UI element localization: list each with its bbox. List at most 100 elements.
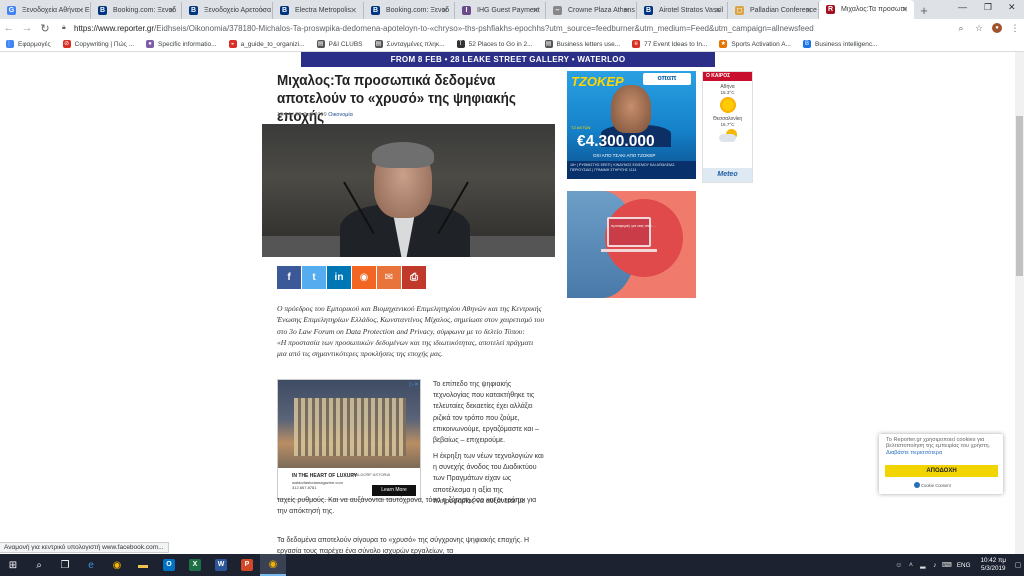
bookmark-item[interactable]: ▤ Συνταγμένες πληκ... <box>374 40 445 48</box>
share-twitter-button[interactable]: t <box>302 266 326 289</box>
article-category[interactable]: Οικονομία <box>328 112 353 118</box>
share-facebook-button[interactable]: f <box>277 266 301 289</box>
reload-icon[interactable]: ↻ <box>36 22 54 35</box>
tab-close-icon[interactable]: ✕ <box>77 2 84 19</box>
taskbar-excel-icon[interactable]: X <box>182 554 208 576</box>
bookmark-item[interactable]: ◒ a_guide_to_organizi... <box>228 40 305 48</box>
bookmark-favicon-icon: ⋮⋮ <box>6 40 18 48</box>
tab-close-icon[interactable]: ✕ <box>901 0 908 19</box>
meteo-logo[interactable]: Meteo <box>703 168 752 182</box>
taskbar-task-view-icon[interactable]: ❐ <box>52 554 78 576</box>
maximize-icon[interactable]: ❐ <box>984 2 992 13</box>
taskbar-glyph: ◉ <box>268 558 278 570</box>
tab-close-icon[interactable]: ✕ <box>350 2 357 19</box>
tab-close-icon[interactable]: ✕ <box>714 2 721 19</box>
tab-favicon-icon: B <box>280 6 289 15</box>
bookmark-item[interactable]: e 77 Event Ideas to In... <box>632 40 707 48</box>
share-email-button[interactable]: ✉ <box>377 266 401 289</box>
share-print-button[interactable]: ⎙ <box>402 266 426 289</box>
taskbar-outlook-icon[interactable]: O <box>156 554 182 576</box>
bookmark-star-icon[interactable]: ☆ <box>970 23 988 34</box>
bookmark-item[interactable]: ★ Sports Activation A... <box>719 40 791 48</box>
bookmark-label: Συνταγμένες πληκ... <box>386 40 445 48</box>
taskbar-glyph: ⊞ <box>8 559 18 571</box>
minimize-icon[interactable]: — <box>958 2 967 12</box>
tab-8[interactable]: ◻ Palladian Conference ✕ <box>728 2 819 19</box>
cookie-consent-label[interactable]: Cookie Consent <box>921 483 951 488</box>
taskbar-edge-icon[interactable]: e <box>78 554 104 576</box>
taskbar-chrome-active-icon[interactable]: ◉ <box>260 554 286 576</box>
tab-close-icon[interactable]: ✕ <box>441 2 448 19</box>
clock-time: 10:42 πμ <box>980 557 1006 564</box>
bookmark-item[interactable]: T 52 Places to Go in 2... <box>456 40 533 48</box>
taskbar-powerpoint-icon[interactable]: P <box>234 554 260 576</box>
tab-2[interactable]: B Ξενοδοχείο Αρετούσα ✕ <box>182 2 273 19</box>
tab-close-icon[interactable]: ✕ <box>168 2 175 19</box>
lead-text: Ο πρόεδρος του Εμπορικού και Βιομηχανικο… <box>277 304 544 336</box>
share-linkedin-button[interactable]: in <box>327 266 351 289</box>
taskbar-search-icon[interactable]: ⌕ <box>26 554 52 576</box>
share-rss-button[interactable]: ◉ <box>352 266 376 289</box>
tab-close-icon[interactable]: ✕ <box>805 2 812 19</box>
language-indicator[interactable]: ENG <box>957 562 971 569</box>
cookie-accept-button[interactable]: ΑΠΟΔΟΧΗ <box>885 465 998 477</box>
tab-0[interactable]: G Ξενοδοχεία Αθήνα - Ε ✕ <box>0 2 91 19</box>
tab-7[interactable]: B Airotel Stratos Vassil ✕ <box>637 2 728 19</box>
hotel-image <box>278 380 420 468</box>
laptop-ad[interactable]: προσφορές για σας από ... <box>567 191 696 298</box>
bookmark-item[interactable]: B Business intelligenc... <box>803 40 878 48</box>
close-window-icon[interactable]: ✕ <box>1008 2 1016 13</box>
keyboard-icon[interactable]: ⌨ <box>941 561 953 569</box>
tab-title: Electra Metropolis <box>295 7 352 14</box>
cookie-read-more-link[interactable]: Διαβάστε περισσότερα <box>886 450 942 456</box>
bookmark-item[interactable]: ▤ P&I CLUBS <box>316 40 363 48</box>
taskbar-glyph: ❐ <box>60 559 70 571</box>
new-tab-button[interactable]: + <box>914 2 934 19</box>
tab-strip: G Ξενοδοχεία Αθήνα - Ε ✕ B Booking.com: Ξενο… <box>0 0 1024 19</box>
tzoker-ad[interactable]: ΤΖΟΚΕΡ οπαπ ΤΖ ΑΚΤΩΝ €4.300.000 ΟΧΙ ΑΠΟ … <box>567 71 696 179</box>
network-icon[interactable]: ▂ <box>917 561 929 569</box>
chevron-up-icon[interactable]: ˄ <box>905 562 917 569</box>
address-bar[interactable]: 🔒︎ https://www.reporter.gr/Eidhseis/Oiko… <box>62 20 942 36</box>
bookmark-item[interactable]: ● Specific informatio... <box>146 40 217 48</box>
clock[interactable]: 10:42 πμ 5/3/2019 <box>981 557 1006 573</box>
adchoices-icon[interactable]: ▷✕ <box>409 381 419 388</box>
page-scrollbar[interactable] <box>1015 52 1024 554</box>
scrollbar-thumb[interactable] <box>1016 116 1023 276</box>
bookmark-item[interactable]: ⊘ Copywriting | Πώς ... <box>62 40 134 48</box>
tab-1[interactable]: B Booking.com: Ξενοδ ✕ <box>91 2 182 19</box>
tab-favicon-icon: – <box>553 6 562 15</box>
tab-5[interactable]: I IHG Guest Payment ✕ <box>455 2 546 19</box>
taskbar-start-icon[interactable]: ⊞ <box>0 554 26 576</box>
tab-4[interactable]: B Booking.com: Ξενοδ ✕ <box>364 2 455 19</box>
tab-6[interactable]: – Crowne Plaza Athens ✕ <box>546 2 637 19</box>
zoom-icon[interactable]: ⌕ <box>952 23 970 34</box>
top-banner-ad[interactable]: FROM 8 FEB • 28 LEAKE STREET GALLERY • W… <box>301 52 715 67</box>
bookmark-label: a_guide_to_organizi... <box>240 40 305 48</box>
taskbar-chrome-icon[interactable]: ◉ <box>104 554 130 576</box>
tab-close-icon[interactable]: ✕ <box>259 2 266 19</box>
weather-widget[interactable]: Ο ΚΑΙΡΟΣ Αθήνα 15.3°C Θεσσαλονίκη 16.7°C… <box>702 71 753 183</box>
tab-title: IHG Guest Payment <box>477 7 540 14</box>
weather-temp-1: 15.3°C <box>720 90 735 95</box>
volume-icon[interactable]: ♪ <box>929 562 941 569</box>
forward-icon[interactable]: → <box>18 22 36 34</box>
bookmark-item[interactable]: ▤ Business letters use... <box>544 40 620 48</box>
people-icon[interactable]: ☺ <box>893 562 905 569</box>
hotel-ad-phone: 312.667.8781 <box>292 485 317 490</box>
notifications-icon[interactable]: ▢ <box>1012 561 1024 569</box>
taskbar-word-icon[interactable]: W <box>208 554 234 576</box>
profile-avatar[interactable]: ● <box>992 23 1002 33</box>
tab-close-icon[interactable]: ✕ <box>623 2 630 19</box>
tab-favicon-icon: R <box>826 5 835 14</box>
tab-close-icon[interactable]: ✕ <box>532 2 539 19</box>
tab-3[interactable]: B Electra Metropolis ✕ <box>273 2 364 19</box>
menu-icon[interactable]: ⋮ <box>1006 23 1024 34</box>
hotel-ad[interactable]: ▷✕ IN THE HEART OF LUXURY waldorfastoria… <box>277 379 421 500</box>
bookmark-favicon-icon: B <box>803 40 811 48</box>
tab-9[interactable]: R Μιχαλος:Τα προσωπι ✕ <box>819 0 914 19</box>
back-icon[interactable]: ← <box>0 22 18 34</box>
bookmark-item[interactable]: ⋮⋮ Εφαρμογές <box>6 40 51 48</box>
taskbar-glyph: W <box>215 559 227 571</box>
taskbar-explorer-icon[interactable]: ▬ <box>130 554 156 576</box>
